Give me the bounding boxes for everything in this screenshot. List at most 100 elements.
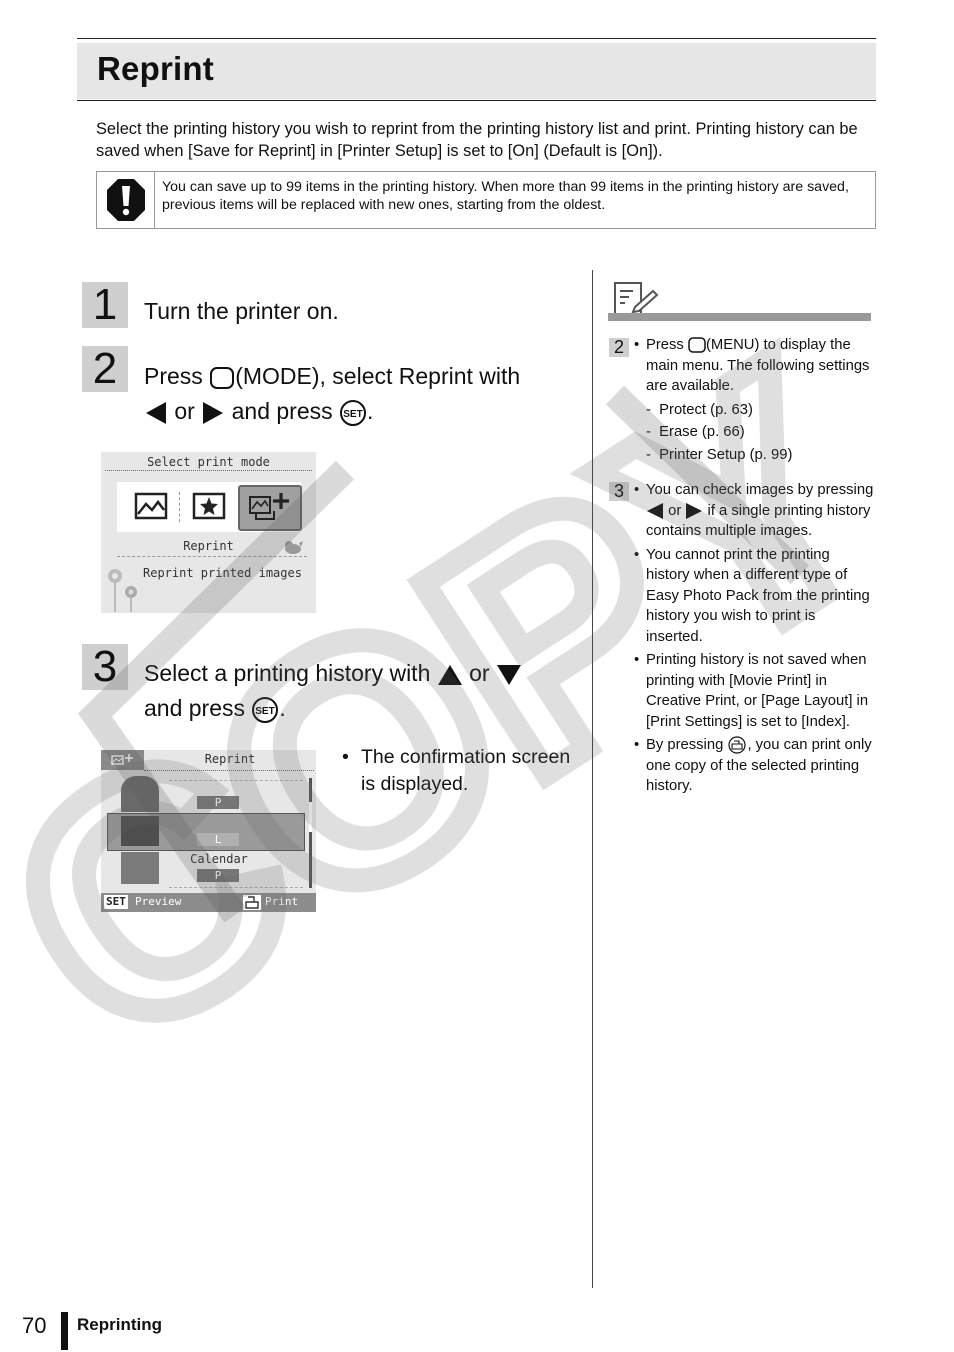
svg-text:SET: SET — [343, 409, 362, 420]
step-text-part: , select Reprint with — [319, 363, 521, 389]
down-arrow-icon — [496, 664, 521, 685]
photo-mode-icon[interactable] — [134, 492, 168, 520]
title-rule-top — [77, 38, 876, 39]
settings-item-text: Protect (p. 63) — [659, 401, 753, 418]
step-text-part: . — [279, 695, 286, 721]
menu-button-icon — [688, 337, 706, 353]
reprint-list-screen: Reprint P L Calendar P SET Preview Print — [101, 750, 316, 912]
screen-divider — [105, 470, 312, 471]
column-divider — [592, 270, 593, 1288]
note-text-part: or — [668, 502, 682, 519]
screen-heading: Reprint — [204, 752, 256, 766]
left-arrow-icon — [647, 502, 663, 519]
scrollbar-segment — [309, 832, 312, 888]
page-number: 70 — [22, 1313, 47, 1338]
step-text: Select a printing history with or and pr… — [144, 656, 584, 726]
history-thumbnail[interactable] — [121, 776, 159, 812]
svg-text:SET: SET — [256, 706, 275, 717]
caution-text: You can save up to 99 items in the print… — [162, 179, 849, 213]
screen-divider — [169, 887, 303, 888]
step-text-part: or — [469, 660, 490, 686]
settings-list: - Protect (p. 63) - Erase (p. 66) - Prin… — [634, 399, 874, 467]
set-button-icon: SET — [340, 399, 367, 426]
print-icon — [243, 895, 261, 910]
settings-item-text: Printer Setup (p. 99) — [659, 446, 793, 463]
note-step-number: 3 — [609, 482, 629, 501]
page-title: Reprint — [97, 50, 214, 87]
step-text: Press (MODE), select Reprint with or and… — [144, 359, 584, 429]
history-thumbnail[interactable] — [121, 816, 159, 846]
note-text-part: Press — [646, 337, 684, 353]
size-badge: L — [197, 833, 239, 846]
reprint-mode-icon — [111, 754, 133, 765]
creative-mode-icon[interactable] — [192, 492, 226, 520]
caution-box: You can save up to 99 items in the print… — [96, 171, 876, 229]
note-text-part: By pressing — [646, 737, 724, 753]
section-label: Reprinting — [77, 1315, 162, 1334]
screen-heading: Select print mode — [147, 455, 270, 469]
left-arrow-icon — [146, 401, 166, 424]
select-print-mode-screen: Select print mode Reprint Reprint printe… — [101, 452, 316, 613]
screen-divider — [169, 780, 303, 781]
note-text-part: (MENU) — [705, 337, 760, 353]
set-button-icon: SET — [252, 696, 279, 723]
reprint-mode-icon — [249, 493, 289, 520]
memo-header-bar — [608, 313, 871, 321]
caution-icon-cell — [97, 172, 155, 228]
settings-item: - Protect (p. 63) — [646, 401, 753, 418]
settings-item: - Printer Setup (p. 99) — [646, 446, 793, 463]
step-number: 2 — [82, 346, 128, 392]
note-step-number: 2 — [609, 338, 629, 357]
note-bullet: Press (MENU) to display the main menu. T… — [634, 335, 874, 397]
intro-paragraph: Select the printing history you wish to … — [96, 120, 858, 160]
note-block: You can check images by pressing or if a… — [634, 480, 874, 797]
note-bullet: Printing history is not saved when print… — [634, 650, 874, 732]
step3-note-text: The confirmation screen is displayed. — [361, 746, 571, 795]
step-text-part: and press — [144, 695, 246, 721]
note-block: Press (MENU) to display the main menu. T… — [634, 335, 874, 466]
bird-icon — [285, 541, 303, 554]
size-badge: P — [197, 869, 239, 882]
step-text-part: or — [174, 398, 195, 424]
set-key-badge: SET — [104, 895, 128, 909]
caution-icon — [107, 179, 145, 221]
preview-label: Preview — [135, 895, 182, 908]
step-text-part: (MODE) — [235, 363, 320, 389]
screen-mode-tab — [101, 750, 144, 770]
mode-separator — [179, 492, 180, 522]
right-arrow-icon — [203, 401, 224, 424]
step-text-part: Press — [144, 363, 203, 389]
size-badge: P — [197, 796, 239, 809]
step3-note: • The confirmation screen is displayed. — [342, 744, 581, 798]
right-arrow-icon — [686, 502, 703, 519]
print-label: Print — [265, 895, 299, 908]
step-number: 3 — [82, 644, 128, 690]
history-thumbnail[interactable] — [121, 852, 159, 884]
scrollbar-thumb[interactable] — [309, 778, 312, 802]
reprint-mode-button[interactable] — [238, 485, 302, 531]
step-text-part: Select a printing history with — [144, 660, 431, 686]
up-arrow-icon — [437, 664, 462, 685]
step-text-part: and press — [231, 398, 333, 424]
flower-decoration-icon — [108, 569, 137, 612]
note-bullet: By pressing , you can print only one cop… — [634, 735, 874, 797]
step-number: 1 — [82, 282, 128, 328]
history-item-label: Calendar — [190, 852, 248, 866]
mode-icon-strip — [117, 482, 302, 532]
step-text-part: . — [367, 398, 374, 424]
settings-item: - Erase (p. 66) — [646, 424, 745, 440]
screen-divider — [117, 556, 307, 557]
step-text: Turn the printer on. — [144, 298, 339, 324]
note-text-part: You can check images by pressing — [646, 482, 874, 498]
print-button-icon — [728, 736, 747, 754]
bullet: • — [342, 746, 349, 768]
mode-button-icon — [210, 366, 235, 389]
settings-item-text: Erase (p. 66) — [659, 424, 745, 440]
title-rule-bottom — [77, 100, 876, 101]
screen-footer: SET Preview Print — [101, 893, 316, 912]
screen-divider — [144, 770, 314, 771]
footer-bar — [61, 1312, 68, 1350]
mode-description: Reprint printed images — [143, 566, 302, 580]
note-bullet: You can check images by pressing or if a… — [634, 480, 874, 542]
note-bullet: You cannot print the printing history wh… — [634, 545, 874, 648]
